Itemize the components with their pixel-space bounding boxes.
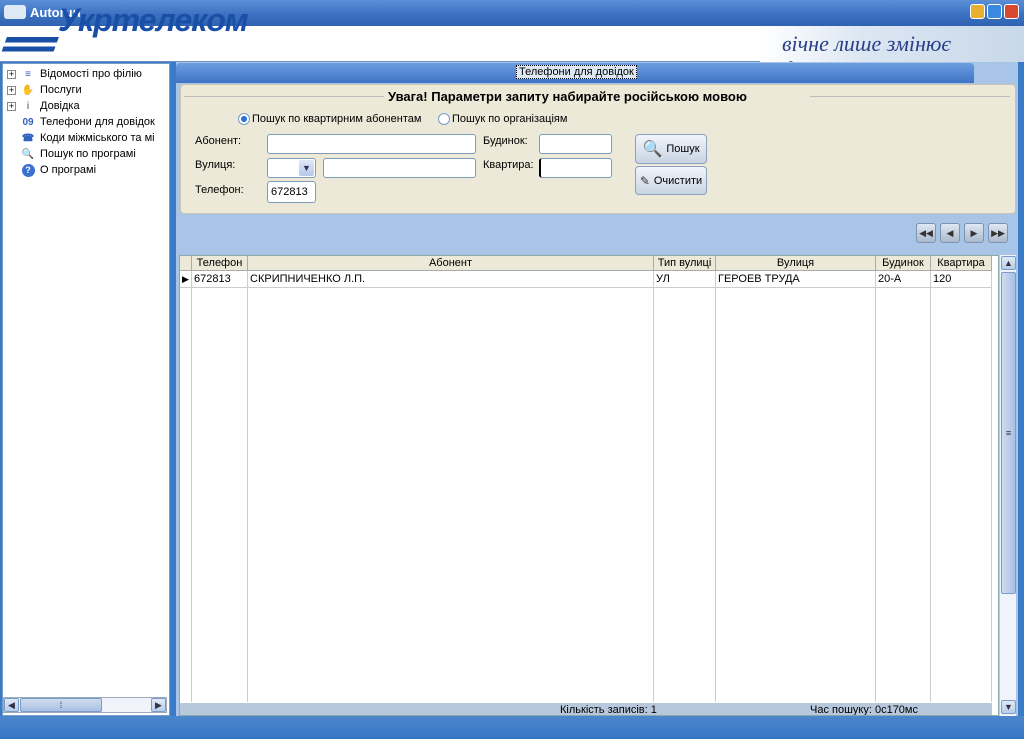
street-type-select[interactable]: ▼ bbox=[267, 158, 316, 178]
expand-icon[interactable]: + bbox=[7, 101, 16, 111]
radio-residential[interactable]: Пошук по квартирним абонентам bbox=[238, 113, 422, 126]
tree-item-label: Довідка bbox=[40, 100, 80, 112]
column-header-street[interactable]: Вулиця bbox=[716, 256, 876, 271]
eraser-icon: ✎ bbox=[639, 173, 650, 188]
09-icon: 09 bbox=[22, 116, 34, 128]
tree-item-label: О програмі bbox=[40, 164, 97, 176]
scroll-thumb[interactable]: ≡ bbox=[1001, 272, 1016, 594]
cell-street-type[interactable]: УЛ bbox=[654, 272, 670, 287]
search-button-label: Пошук bbox=[666, 143, 700, 155]
tree-item-help[interactable]: + i Довідка bbox=[7, 98, 80, 114]
first-record-button[interactable]: ◀◀ bbox=[916, 223, 936, 243]
tree-item-label: Відомості про філію bbox=[40, 68, 142, 80]
scroll-right-button[interactable]: ▶ bbox=[151, 698, 166, 712]
logo-mark-icon bbox=[0, 32, 61, 58]
tree-item-branch-info[interactable]: + ≡ Відомості про філію bbox=[7, 66, 142, 82]
clear-button-label: Очистити bbox=[653, 174, 703, 187]
slogan: вічне лише змінює форму... bbox=[760, 26, 1024, 82]
house-input[interactable] bbox=[539, 134, 612, 154]
search-time: Час пошуку: 0с170мс bbox=[810, 704, 918, 715]
company-logo-icon: ≡ bbox=[25, 68, 31, 80]
chevron-down-icon[interactable]: ▼ bbox=[299, 160, 314, 176]
magnifier-icon: 🔍 bbox=[642, 141, 663, 158]
prev-record-button[interactable]: ◀ bbox=[940, 223, 960, 243]
column-header-apartment[interactable]: Квартира bbox=[931, 256, 992, 271]
warning-heading: Увага! Параметри запиту набирайте російс… bbox=[388, 89, 747, 104]
tree-item-label: Коди міжміського та мі bbox=[40, 132, 155, 144]
column-divider bbox=[931, 271, 992, 702]
record-count: Кількість записів: 1 bbox=[560, 704, 657, 715]
subscriber-input[interactable] bbox=[267, 134, 476, 154]
status-bar bbox=[0, 716, 1024, 739]
column-divider bbox=[248, 271, 654, 702]
radio-organizations[interactable]: Пошук по організаціям bbox=[438, 113, 568, 126]
cell-apartment[interactable]: 120 bbox=[931, 272, 951, 287]
results-grid: Телефон Абонент Тип вулиці Вулиця Будино… bbox=[179, 255, 999, 716]
column-header-house[interactable]: Будинок bbox=[876, 256, 931, 271]
street-input[interactable] bbox=[323, 158, 476, 178]
tree-item-label: Пошук по програмі bbox=[40, 148, 136, 160]
tree-item-reference-phones[interactable]: 09 Телефони для довідок bbox=[20, 114, 155, 130]
tree-item-label: Послуги bbox=[40, 84, 82, 96]
info-icon: i bbox=[26, 100, 30, 112]
apartment-label: Квартира: bbox=[483, 159, 534, 171]
grid-vertical-scrollbar[interactable]: ▲ ≡ ▼ bbox=[999, 255, 1016, 716]
house-label: Будинок: bbox=[483, 135, 528, 147]
divider bbox=[810, 96, 1010, 97]
tree-item-about[interactable]: ? О програмі bbox=[20, 162, 96, 178]
scroll-thumb[interactable]: ⁞ bbox=[20, 698, 102, 712]
tree-item-services[interactable]: + ✋ Послуги bbox=[7, 82, 82, 98]
column-header-street-type[interactable]: Тип вулиці bbox=[654, 256, 716, 271]
next-record-button[interactable]: ▶ bbox=[964, 223, 984, 243]
column-divider bbox=[716, 271, 876, 702]
expand-icon[interactable]: + bbox=[7, 69, 16, 79]
row-divider bbox=[180, 287, 992, 288]
logo-text: Укртелеком bbox=[58, 2, 249, 38]
close-button[interactable] bbox=[1004, 4, 1019, 19]
scroll-down-button[interactable]: ▼ bbox=[1001, 700, 1016, 714]
current-row-indicator-icon: ▶ bbox=[182, 274, 189, 284]
scroll-left-button[interactable]: ◀ bbox=[4, 698, 19, 712]
search-icon: 🔍 bbox=[21, 148, 35, 160]
divider bbox=[184, 96, 384, 97]
phone-input[interactable]: 672813 bbox=[267, 181, 316, 203]
tree-item-codes[interactable]: ☎ Коди міжміського та мі bbox=[20, 130, 155, 146]
cell-street[interactable]: ГЕРОЕВ ТРУДА bbox=[716, 272, 800, 287]
tree-horizontal-scrollbar[interactable]: ◀ ⁞ ▶ bbox=[3, 697, 167, 713]
column-divider bbox=[654, 271, 716, 702]
clear-button[interactable]: ✎ Очистити bbox=[635, 166, 707, 195]
column-divider bbox=[192, 271, 248, 702]
minimize-button[interactable] bbox=[970, 4, 985, 19]
services-icon: ✋ bbox=[21, 84, 35, 96]
app-icon bbox=[4, 5, 26, 19]
radio-unselected-icon[interactable] bbox=[438, 113, 450, 126]
phone-label: Телефон: bbox=[195, 184, 244, 196]
search-button[interactable]: 🔍 Пошук bbox=[635, 134, 707, 164]
tree-item-search[interactable]: 🔍 Пошук по програмі bbox=[20, 146, 136, 162]
radio-label: Пошук по квартирним абонентам bbox=[252, 113, 422, 125]
tree-item-label: Телефони для довідок bbox=[40, 116, 155, 128]
cell-phone[interactable]: 672813 bbox=[192, 272, 231, 287]
cell-subscriber[interactable]: СКРИПНИЧЕНКО Л.П. bbox=[248, 272, 365, 287]
subscriber-label: Абонент: bbox=[195, 135, 242, 147]
street-label: Вулиця: bbox=[195, 159, 236, 171]
column-header-phone[interactable]: Телефон bbox=[192, 256, 248, 271]
tab-reference-phones[interactable]: Телефони для довідок bbox=[516, 65, 637, 79]
maximize-button[interactable] bbox=[987, 4, 1002, 19]
navigation-tree: + ≡ Відомості про філію + ✋ Послуги + i Довідк… bbox=[2, 63, 170, 716]
scroll-up-button[interactable]: ▲ bbox=[1001, 256, 1016, 270]
last-record-button[interactable]: ▶▶ bbox=[988, 223, 1008, 243]
cell-house[interactable]: 20-А bbox=[876, 272, 901, 287]
expand-icon[interactable]: + bbox=[7, 85, 16, 95]
column-divider bbox=[180, 271, 192, 702]
row-indicator-header bbox=[180, 256, 192, 271]
help-icon: ? bbox=[20, 163, 36, 177]
phone-icon: ☎ bbox=[21, 132, 35, 144]
column-header-subscriber[interactable]: Абонент bbox=[248, 256, 654, 271]
grid-footer: Кількість записів: 1 Час пошуку: 0с170мс bbox=[180, 703, 992, 715]
radio-label: Пошук по організаціям bbox=[452, 113, 568, 125]
apartment-input[interactable] bbox=[539, 158, 612, 178]
radio-selected-icon[interactable] bbox=[238, 113, 250, 126]
column-divider bbox=[876, 271, 931, 702]
